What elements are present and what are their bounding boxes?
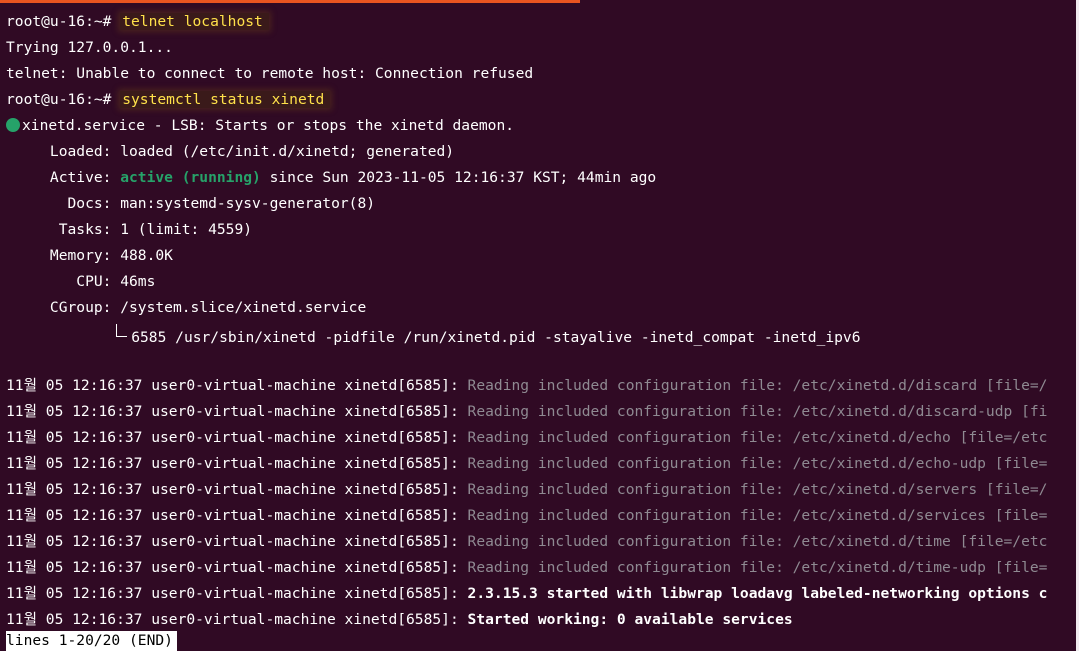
active-state: active (running) bbox=[120, 169, 261, 186]
log-line: 11월 05 12:16:37 user0-virtual-machine xi… bbox=[6, 480, 1047, 500]
log-prefix: 11월 05 12:16:37 user0-virtual-machine xi… bbox=[6, 377, 459, 394]
active-key: Active: bbox=[6, 169, 112, 186]
cgroup-value: /system.slice/xinetd.service bbox=[111, 299, 367, 316]
process-indent bbox=[6, 329, 120, 346]
active-since: since Sun 2023-11-05 12:16:37 KST; 44min… bbox=[260, 169, 657, 186]
window-accent-bar bbox=[0, 0, 580, 3]
log-prefix: 11월 05 12:16:37 user0-virtual-machine xi… bbox=[6, 585, 459, 602]
log-line: 11월 05 12:16:37 user0-virtual-machine xi… bbox=[6, 610, 793, 630]
log-line: 11월 05 12:16:37 user0-virtual-machine xi… bbox=[6, 506, 1047, 526]
status-dot-icon bbox=[6, 118, 20, 132]
command-text: telnet localhost bbox=[120, 13, 269, 30]
cpu-value: 46ms bbox=[111, 273, 156, 290]
cgroup-key: CGroup: bbox=[6, 299, 112, 316]
log-line: 11월 05 12:16:37 user0-virtual-machine xi… bbox=[6, 558, 1047, 578]
output-connection-refused: telnet: Unable to connect to remote host… bbox=[6, 65, 534, 82]
command-text: systemctl status xinetd bbox=[120, 91, 331, 108]
log-message: Started working: 0 available services bbox=[467, 611, 793, 628]
loaded-value: loaded (/etc/init.d/xinetd; generated) bbox=[111, 143, 455, 160]
log-line: 11월 05 12:16:37 user0-virtual-machine xi… bbox=[6, 402, 1047, 422]
log-prefix: 11월 05 12:16:37 user0-virtual-machine xi… bbox=[6, 481, 459, 498]
log-prefix: 11월 05 12:16:37 user0-virtual-machine xi… bbox=[6, 559, 459, 576]
log-message: Reading included configuration file: /et… bbox=[467, 481, 1048, 498]
docs-value: man:systemd-sysv-generator(8) bbox=[111, 195, 376, 212]
log-message: Reading included configuration file: /et… bbox=[467, 559, 1048, 576]
log-line: 11월 05 12:16:37 user0-virtual-machine xi… bbox=[6, 584, 1047, 604]
tasks-key: Tasks: bbox=[6, 221, 112, 238]
loaded-key: Loaded: bbox=[6, 143, 112, 160]
shell-prompt: root@u-16:~# bbox=[6, 13, 112, 30]
memory-line: Memory: 488.0K bbox=[6, 246, 173, 266]
log-prefix: 11월 05 12:16:37 user0-virtual-machine xi… bbox=[6, 611, 459, 628]
memory-key: Memory: bbox=[6, 247, 112, 264]
memory-value: 488.0K bbox=[111, 247, 173, 264]
service-title: xinetd.service - LSB: Starts or stops th… bbox=[22, 117, 515, 134]
log-message: Reading included configuration file: /et… bbox=[467, 403, 1048, 420]
process-command: 6585 /usr/sbin/xinetd -pidfile /run/xine… bbox=[131, 329, 861, 346]
output-trying: Trying 127.0.0.1... bbox=[6, 39, 173, 56]
log-prefix: 11월 05 12:16:37 user0-virtual-machine xi… bbox=[6, 533, 459, 550]
log-message: Reading included configuration file: /et… bbox=[467, 533, 1048, 550]
log-prefix: 11월 05 12:16:37 user0-virtual-machine xi… bbox=[6, 429, 459, 446]
log-message: Reading included configuration file: /et… bbox=[467, 377, 1048, 394]
log-message: Reading included configuration file: /et… bbox=[467, 429, 1048, 446]
tasks-line: Tasks: 1 (limit: 4559) bbox=[6, 220, 252, 240]
cgroup-line: CGroup: /system.slice/xinetd.service bbox=[6, 298, 366, 318]
pager-status: lines 1-20/20 (END) bbox=[6, 631, 177, 651]
log-message: 2.3.15.3 started with libwrap loadavg la… bbox=[467, 585, 1048, 602]
log-line: 11월 05 12:16:37 user0-virtual-machine xi… bbox=[6, 428, 1047, 448]
active-line: Active: active (running) since Sun 2023-… bbox=[6, 168, 656, 188]
command-line-telnet: root@u-16:~# telnet localhost bbox=[6, 12, 269, 32]
process-line: 6585 /usr/sbin/xinetd -pidfile /run/xine… bbox=[6, 324, 861, 346]
docs-key: Docs: bbox=[6, 195, 112, 212]
loaded-line: Loaded: loaded (/etc/init.d/xinetd; gene… bbox=[6, 142, 454, 162]
log-line: 11월 05 12:16:37 user0-virtual-machine xi… bbox=[6, 454, 1047, 474]
tree-branch-icon bbox=[116, 324, 128, 337]
service-title-line: xinetd.service - LSB: Starts or stops th… bbox=[6, 116, 514, 136]
log-message: Reading included configuration file: /et… bbox=[467, 507, 1048, 524]
log-prefix: 11월 05 12:16:37 user0-virtual-machine xi… bbox=[6, 507, 459, 524]
log-line: 11월 05 12:16:37 user0-virtual-machine xi… bbox=[6, 376, 1047, 396]
docs-line: Docs: man:systemd-sysv-generator(8) bbox=[6, 194, 376, 214]
log-prefix: 11월 05 12:16:37 user0-virtual-machine xi… bbox=[6, 455, 459, 472]
cpu-key: CPU: bbox=[6, 273, 112, 290]
cpu-line: CPU: 46ms bbox=[6, 272, 155, 292]
shell-prompt: root@u-16:~# bbox=[6, 91, 112, 108]
tasks-value: 1 (limit: 4559) bbox=[111, 221, 253, 238]
log-line: 11월 05 12:16:37 user0-virtual-machine xi… bbox=[6, 532, 1047, 552]
terminal-window[interactable]: root@u-16:~# telnet localhost Trying 127… bbox=[0, 0, 1079, 651]
log-prefix: 11월 05 12:16:37 user0-virtual-machine xi… bbox=[6, 403, 459, 420]
log-message: Reading included configuration file: /et… bbox=[467, 455, 1048, 472]
command-line-systemctl: root@u-16:~# systemctl status xinetd bbox=[6, 90, 331, 110]
